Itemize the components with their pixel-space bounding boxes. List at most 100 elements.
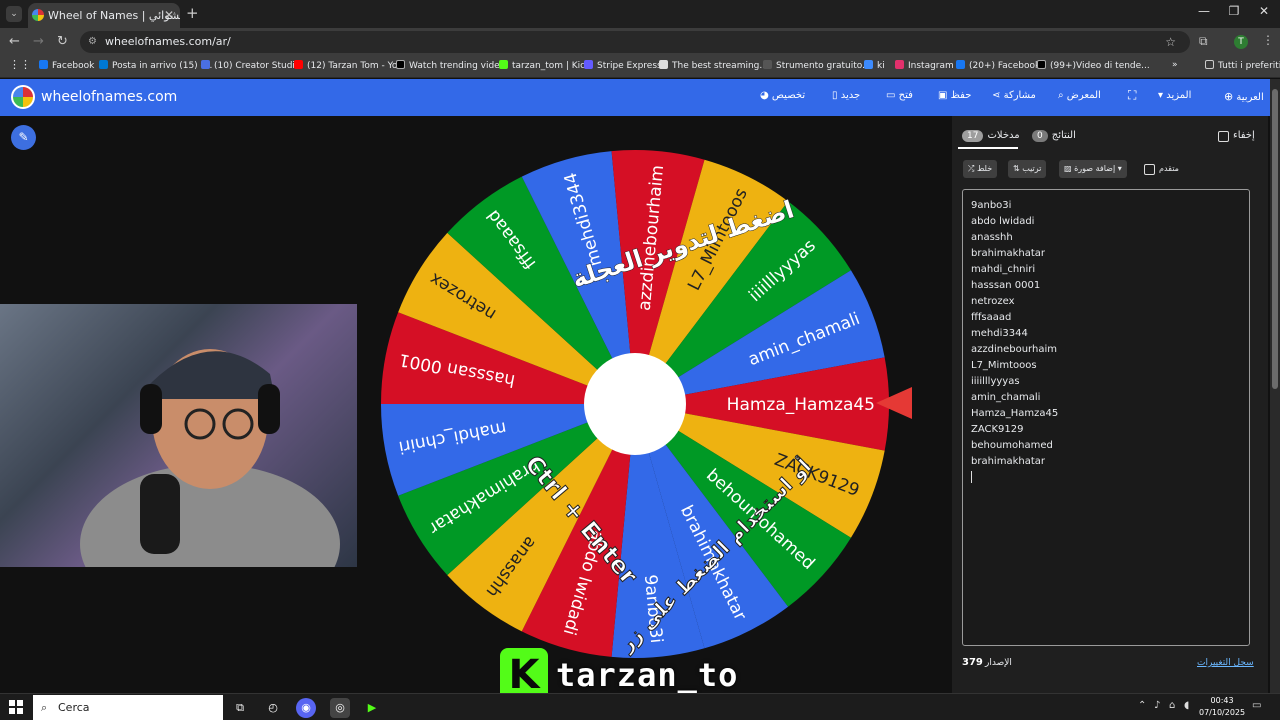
entry-line: mehdi3344 [971,328,1028,339]
more-bookmarks-icon[interactable]: » [1172,60,1178,70]
url-text: wheelofnames.com/ar/ [105,35,231,48]
save-menu[interactable]: ▣ حفظ [938,90,971,101]
language-menu[interactable]: ⊕ العربية [1218,90,1264,103]
scrollbar-thumb[interactable] [1272,89,1278,389]
save-icon: ▣ [938,90,948,101]
bookmark-item[interactable]: Stripe Express [584,60,662,71]
streamer-app-icon[interactable]: ▶ [362,698,382,718]
customize-menu[interactable]: ◕ تخصيص [760,90,805,101]
version-label: الإصدار [985,658,1012,668]
address-bar[interactable]: ⚙ wheelofnames.com/ar/ ☆ [80,31,1190,53]
reload-icon[interactable]: ↻ [57,34,68,49]
apps-grid-icon[interactable]: ⋮⋮ [9,58,31,71]
windows-start-icon[interactable] [9,700,23,714]
notifications-icon[interactable]: ▭ [1252,700,1261,711]
more-menu[interactable]: ▾ المزيد [1158,90,1191,101]
version-number: 379 [962,657,983,668]
open-menu[interactable]: ▭ فتح [886,90,913,101]
all-bookmarks-folder[interactable]: Tutti i preferiti [1205,60,1280,71]
bookmark-item[interactable]: (20+) Facebook [956,60,1040,71]
wheel-slice-label: Hamza_Hamza45 [727,395,875,415]
taskbar-clock[interactable]: 00:43 07/10/2025 [1199,695,1245,719]
site-info-icon[interactable]: ⚙ [88,31,97,53]
advanced-checkbox[interactable] [1144,164,1155,175]
browser-menu-icon[interactable]: ⋮ [1262,33,1274,47]
add-image-button[interactable]: ▨ إضافة صورة ▾ [1059,160,1127,178]
shuffle-button[interactable]: ⤮ خلط [963,160,998,178]
share-menu[interactable]: ⋖ مشاركة [992,90,1036,101]
tab-title: Wheel of Names | ‏اسم العشوائي [48,9,180,22]
bookmark-item[interactable]: ki [864,60,885,71]
streamer-image [80,349,340,567]
site-title[interactable]: wheelofnames.com [41,89,177,105]
bookmark-item[interactable]: (12) Tarzan Tom - Yo... [294,60,406,71]
volume-icon[interactable]: ◖ [1184,700,1189,711]
bookmark-item[interactable]: (99+)Video di tende... [1037,60,1150,71]
taskbar-search-placeholder: Cerca [58,701,90,714]
entry-line: netrozex [971,296,1015,307]
bookmark-star-icon[interactable]: ☆ [1165,31,1176,53]
browser-toolbar: ← → ↻ ⚙ wheelofnames.com/ar/ ☆ [0,28,1280,56]
extensions-icon[interactable]: ⧉ [1199,34,1208,49]
globe-icon: ⊕ [1224,90,1234,103]
minimize-icon[interactable]: — [1189,4,1219,18]
browser-tab-active[interactable]: Wheel of Names | ‏اسم العشوائي ✕ [28,3,180,28]
tab-results[interactable]: 0 النتائج [1032,130,1076,142]
bookmark-item[interactable]: tarzan_tom | Kick [499,60,590,71]
taskbar-search[interactable]: ⌕ Cerca [33,695,223,720]
page-scrollbar[interactable] [1270,79,1280,693]
palette-icon: ◕ [760,90,769,101]
entry-line: L7_Mimtooos [971,360,1037,371]
tab-search-button[interactable]: ⌄ [6,6,22,22]
sort-icon: ⇅ [1013,164,1020,173]
entries-count-badge: 17 [962,130,984,142]
advanced-label: متقدم [1159,164,1179,173]
profile-avatar[interactable]: T [1234,35,1248,49]
bookmark-item[interactable]: The best streaming... [659,60,768,71]
entry-line: amin_chamali [971,392,1041,403]
hide-checkbox[interactable] [1218,131,1229,142]
clock-time: 00:43 [1210,696,1234,705]
chrome-icon[interactable]: ◎ [330,698,350,718]
entry-line: mahdi_chniri [971,264,1036,275]
clock-app-icon[interactable]: ◴ [263,698,283,718]
tray-chevron-icon[interactable]: ⌃ [1138,700,1146,711]
bookmark-item[interactable]: (10) Creator Studio [201,60,300,71]
bookmark-item[interactable]: Strumento gratuito... [763,60,871,71]
wheel-logo-icon[interactable] [11,85,35,109]
new-menu[interactable]: ▯ جديد [832,90,860,101]
close-window-icon[interactable]: ✕ [1249,4,1279,18]
fullscreen-icon[interactable]: ⛶ [1128,88,1136,103]
browser-tab-strip: ⌄ Wheel of Names | ‏اسم العشوائي ✕ + — ❐… [0,0,1280,28]
sort-button[interactable]: ⇅ ترتيب [1008,160,1047,178]
task-view-icon[interactable]: ⧉ [230,698,250,718]
pencil-edit-icon[interactable]: ✎ [11,125,36,150]
bookmark-item[interactable]: Watch trending vide... [396,60,508,71]
back-icon[interactable]: ← [9,34,20,49]
changelog-link[interactable]: سجل التغييرات [1197,658,1254,668]
wheel-center[interactable] [584,353,686,455]
tab-entries[interactable]: 17 مدخلات [962,130,1020,142]
gallery-menu[interactable]: ⌕ المعرض [1058,90,1101,101]
discord-icon[interactable]: ◉ [296,698,316,718]
restore-icon[interactable]: ❐ [1219,4,1249,18]
new-tab-button[interactable]: + [186,4,199,22]
new-file-icon: ▯ [832,90,838,101]
entry-line: brahimakhatar [971,248,1045,259]
network-icon[interactable]: ⌂ [1169,700,1175,711]
chevron-down-icon: ▾ [1158,90,1164,101]
image-icon: ▨ [1064,164,1072,173]
bookmark-item[interactable]: Posta in arrivo (15) -... [99,60,212,71]
forward-icon[interactable]: → [33,34,44,49]
search-icon: ⌕ [41,701,48,714]
wheel[interactable]: 9anbo3iabdo lwidadianasshhbrahimakhatarm… [370,140,910,660]
share-icon: ⋖ [992,90,1001,101]
entry-line: hasssan 0001 [971,280,1041,291]
text-cursor [971,471,972,483]
bookmark-item[interactable]: Facebook [39,60,94,71]
entries-textarea[interactable]: 9anbo3i abdo lwidadi anasshh brahimakhatar m… [962,189,1250,646]
bookmark-item[interactable]: Instagram [895,60,954,71]
bookmarks-bar: ⋮⋮ Facebook Posta in arrivo (15) -... (1… [0,56,1280,78]
close-tab-icon[interactable]: ✕ [164,3,174,28]
microphone-icon[interactable]: ♪ [1154,700,1160,711]
